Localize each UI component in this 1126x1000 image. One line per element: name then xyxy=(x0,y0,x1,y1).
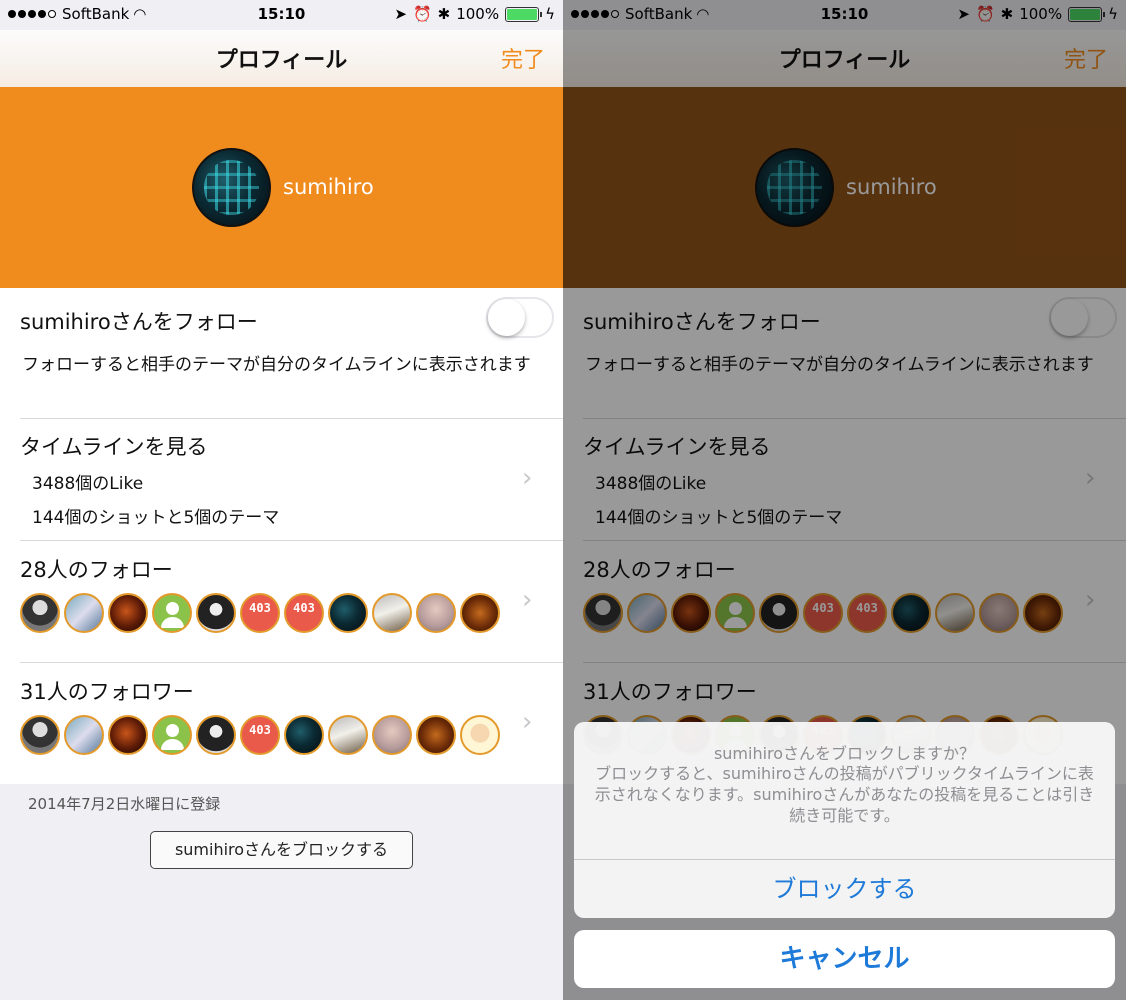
403-icon-avatar: 403 xyxy=(240,593,280,633)
page-title: プロフィール xyxy=(215,48,348,73)
likes-count: 3488個のLike xyxy=(32,474,144,494)
food-photo-avatar xyxy=(416,715,456,755)
sphere-logo-avatar xyxy=(284,715,324,755)
shots-count: 144個のショットと5個のテーマ xyxy=(32,508,280,528)
dog-photo-avatar xyxy=(328,715,368,755)
follow-toggle[interactable] xyxy=(486,297,554,338)
person-photo-avatar xyxy=(20,715,60,755)
blurred-photo-avatar xyxy=(416,593,456,633)
follow-description: フォローすると相手のテーマが自分のタイムラインに表示されます xyxy=(22,355,531,375)
chevron-right-icon[interactable]: › xyxy=(522,463,532,493)
followers-title: 31人のフォロワー xyxy=(20,680,194,704)
profile-header: sumihiro xyxy=(0,87,563,288)
divider xyxy=(20,418,563,419)
profile-screen: SoftBank ◠ 15:10 ➤ ⏰ ✱ 100% ϟ プロフィール 完了 … xyxy=(0,0,563,1000)
timeline-title: タイムラインを見る xyxy=(20,435,208,459)
action-sheet-title: sumihiroさんをブロックしますか？ xyxy=(713,744,976,763)
following-title: 28人のフォロー xyxy=(20,558,173,582)
food-photo-avatar xyxy=(460,593,500,633)
navigation-bar: プロフィール 完了 xyxy=(0,30,563,87)
battery-percent: 100% xyxy=(456,5,500,23)
dark-red-photo-avatar xyxy=(108,593,148,633)
avatar-403-label: 403 xyxy=(249,723,271,737)
403-icon-avatar: 403 xyxy=(284,593,324,633)
blurred-photo-avatar xyxy=(372,715,412,755)
cartoon-face-avatar xyxy=(460,715,500,755)
person-photo-avatar xyxy=(64,593,104,633)
profile-avatar xyxy=(192,148,271,227)
avatar-403-label: 403 xyxy=(249,601,271,615)
following-avatars: 403 403 xyxy=(20,593,500,633)
chevron-right-icon[interactable]: › xyxy=(522,585,532,615)
stage: SoftBank ◠ 15:10 ➤ ⏰ ✱ 100% ϟ プロフィール 完了 … xyxy=(0,0,1126,1000)
person-photo-avatar xyxy=(196,715,236,755)
divider xyxy=(20,662,563,663)
default-user-icon-avatar xyxy=(152,715,192,755)
profile-list: sumihiroさんをフォロー フォローすると相手のテーマが自分のタイムラインに… xyxy=(0,288,563,784)
403-icon-avatar: 403 xyxy=(240,715,280,755)
done-button[interactable]: 完了 xyxy=(501,42,545,74)
action-sheet-message: ブロックすると、sumihiroさんの投稿がパブリックタイムラインに表示されなく… xyxy=(594,764,1095,825)
charging-icon: ϟ xyxy=(545,5,555,23)
block-user-button[interactable]: sumihiroさんをブロックする xyxy=(150,831,413,869)
toggle-knob xyxy=(488,299,525,336)
follower-avatars: 403 xyxy=(20,715,500,755)
dog-photo-avatar xyxy=(372,593,412,633)
person-photo-avatar xyxy=(64,715,104,755)
bluetooth-icon: ✱ xyxy=(437,5,451,23)
battery-icon xyxy=(505,6,543,22)
status-right: ➤ ⏰ ✱ 100% ϟ xyxy=(394,5,555,23)
profile-username: sumihiro xyxy=(283,175,374,199)
cancel-button[interactable]: キャンセル xyxy=(574,930,1115,988)
person-photo-avatar xyxy=(20,593,60,633)
registration-date: 2014年7月2日水曜日に登録 xyxy=(28,795,221,813)
status-bar: SoftBank ◠ 15:10 ➤ ⏰ ✱ 100% ϟ xyxy=(0,0,563,30)
alarm-icon: ⏰ xyxy=(412,5,432,23)
person-photo-avatar xyxy=(196,593,236,633)
location-icon: ➤ xyxy=(394,5,407,23)
follow-label: sumihiroさんをフォロー xyxy=(20,310,258,334)
chevron-right-icon[interactable]: › xyxy=(522,707,532,737)
divider xyxy=(20,540,563,541)
confirm-block-button[interactable]: ブロックする xyxy=(574,860,1115,918)
sphere-logo-avatar xyxy=(328,593,368,633)
avatar-403-label: 403 xyxy=(293,601,315,615)
default-user-icon-avatar xyxy=(152,593,192,633)
block-action-sheet: sumihiroさんをブロックしますか？ ブロックすると、sumihiroさんの… xyxy=(574,722,1115,918)
dark-red-photo-avatar xyxy=(108,715,148,755)
